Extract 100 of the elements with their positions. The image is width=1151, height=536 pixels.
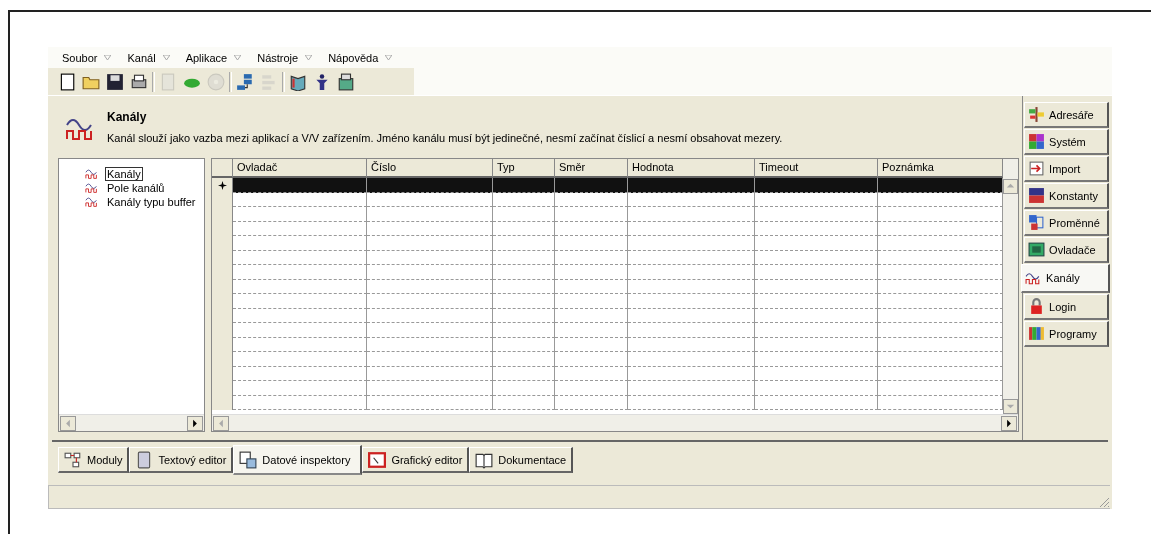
table-cell[interactable] — [555, 265, 628, 280]
table-cell[interactable] — [367, 337, 493, 352]
table-cell[interactable] — [628, 352, 755, 367]
table-cell[interactable] — [493, 308, 555, 323]
horizontal-scrollbar[interactable] — [59, 414, 204, 431]
table-cell[interactable] — [555, 352, 628, 367]
table-cell[interactable] — [555, 294, 628, 309]
table-cell[interactable] — [555, 221, 628, 236]
column-header[interactable]: Ovladač — [233, 159, 367, 178]
table-cell[interactable] — [493, 207, 555, 222]
horizontal-scrollbar[interactable] — [212, 414, 1018, 431]
table-cell[interactable] — [493, 323, 555, 338]
side-tab[interactable]: Proměnné — [1024, 210, 1110, 236]
table-cell[interactable] — [493, 192, 555, 207]
menu-item[interactable]: Aplikace — [185, 51, 242, 64]
table-cell[interactable] — [755, 236, 878, 251]
table-cell[interactable] — [555, 207, 628, 222]
table-cell[interactable] — [628, 294, 755, 309]
table-cell[interactable] — [367, 279, 493, 294]
table-cell[interactable] — [367, 308, 493, 323]
table-cell[interactable] — [233, 294, 367, 309]
table-cell[interactable] — [233, 323, 367, 338]
table-cell[interactable] — [628, 207, 755, 222]
menu-item[interactable]: Soubor — [62, 51, 112, 64]
table-cell[interactable] — [555, 366, 628, 381]
table-cell[interactable] — [233, 265, 367, 280]
table-cell[interactable] — [628, 395, 755, 410]
vertical-scrollbar[interactable] — [1003, 159, 1018, 414]
menu-item[interactable]: Kanál — [127, 51, 170, 64]
table-cell[interactable] — [628, 236, 755, 251]
table-cell[interactable] — [755, 265, 878, 280]
table-cell[interactable] — [755, 337, 878, 352]
table-cell[interactable] — [555, 192, 628, 207]
side-tab[interactable]: Systém — [1024, 129, 1110, 155]
table-cell[interactable] — [367, 178, 493, 193]
table-cell[interactable] — [493, 352, 555, 367]
table-cell[interactable] — [367, 323, 493, 338]
bottom-tab[interactable]: Textový editor — [129, 447, 234, 473]
table-cell[interactable] — [493, 337, 555, 352]
side-tab[interactable]: Login — [1024, 294, 1110, 320]
table-cell[interactable] — [493, 279, 555, 294]
column-header[interactable]: Typ — [493, 159, 555, 178]
table-cell[interactable] — [628, 337, 755, 352]
side-tab[interactable]: Ovladače — [1024, 237, 1110, 263]
table-cell[interactable] — [367, 192, 493, 207]
table-cell[interactable] — [367, 395, 493, 410]
table-cell[interactable] — [555, 236, 628, 251]
table-cell[interactable] — [493, 236, 555, 251]
table-cell[interactable] — [233, 236, 367, 251]
table-cell[interactable] — [755, 381, 878, 396]
table-cell[interactable] — [367, 221, 493, 236]
table-cell[interactable] — [233, 337, 367, 352]
toolbar-button[interactable] — [105, 71, 125, 92]
table-cell[interactable] — [233, 207, 367, 222]
table-cell[interactable] — [493, 381, 555, 396]
table-cell[interactable] — [628, 279, 755, 294]
column-header[interactable]: Hodnota — [628, 159, 755, 178]
bottom-tab[interactable]: Dokumentace — [469, 447, 574, 473]
menu-item[interactable]: Nástroje — [257, 51, 313, 64]
table-cell[interactable] — [755, 323, 878, 338]
table-cell[interactable] — [493, 366, 555, 381]
table-cell[interactable] — [493, 265, 555, 280]
table-cell[interactable] — [755, 250, 878, 265]
table-cell[interactable] — [628, 265, 755, 280]
table-cell[interactable] — [628, 381, 755, 396]
table-cell[interactable] — [628, 221, 755, 236]
table-cell[interactable] — [755, 395, 878, 410]
table-cell[interactable] — [755, 308, 878, 323]
table-cell[interactable] — [367, 207, 493, 222]
tree-item[interactable]: Kanály typu buffer — [105, 195, 198, 209]
table-cell[interactable] — [878, 178, 1003, 193]
side-tab[interactable]: Kanály — [1021, 264, 1111, 293]
table-cell[interactable] — [755, 366, 878, 381]
column-header[interactable]: Směr — [555, 159, 628, 178]
bottom-tab[interactable]: Datové inspektory — [233, 445, 363, 475]
column-header[interactable]: Poznámka — [878, 159, 1003, 178]
column-header[interactable]: Číslo — [367, 159, 493, 178]
table-cell[interactable] — [555, 323, 628, 338]
table-cell[interactable] — [233, 381, 367, 396]
menu-item[interactable]: Nápověda — [328, 51, 393, 64]
bottom-tab[interactable]: Moduly — [58, 447, 130, 473]
table-cell[interactable] — [233, 221, 367, 236]
table-cell[interactable] — [233, 308, 367, 323]
table-cell[interactable] — [367, 236, 493, 251]
table-cell[interactable] — [555, 279, 628, 294]
table-cell[interactable] — [493, 221, 555, 236]
table-cell[interactable] — [628, 308, 755, 323]
table-cell[interactable] — [628, 250, 755, 265]
table-cell[interactable] — [555, 395, 628, 410]
bottom-tab[interactable]: Grafický editor — [362, 447, 470, 473]
table-cell[interactable] — [493, 395, 555, 410]
table-cell[interactable] — [493, 250, 555, 265]
tree-item[interactable]: Kanály — [105, 167, 143, 181]
side-tab[interactable]: Programy — [1024, 321, 1110, 347]
table-cell[interactable] — [555, 337, 628, 352]
side-tab[interactable]: Konstanty — [1024, 183, 1110, 209]
table-cell[interactable] — [555, 308, 628, 323]
table-cell[interactable] — [755, 221, 878, 236]
side-tab[interactable]: Import — [1024, 156, 1110, 182]
table-cell[interactable] — [233, 366, 367, 381]
